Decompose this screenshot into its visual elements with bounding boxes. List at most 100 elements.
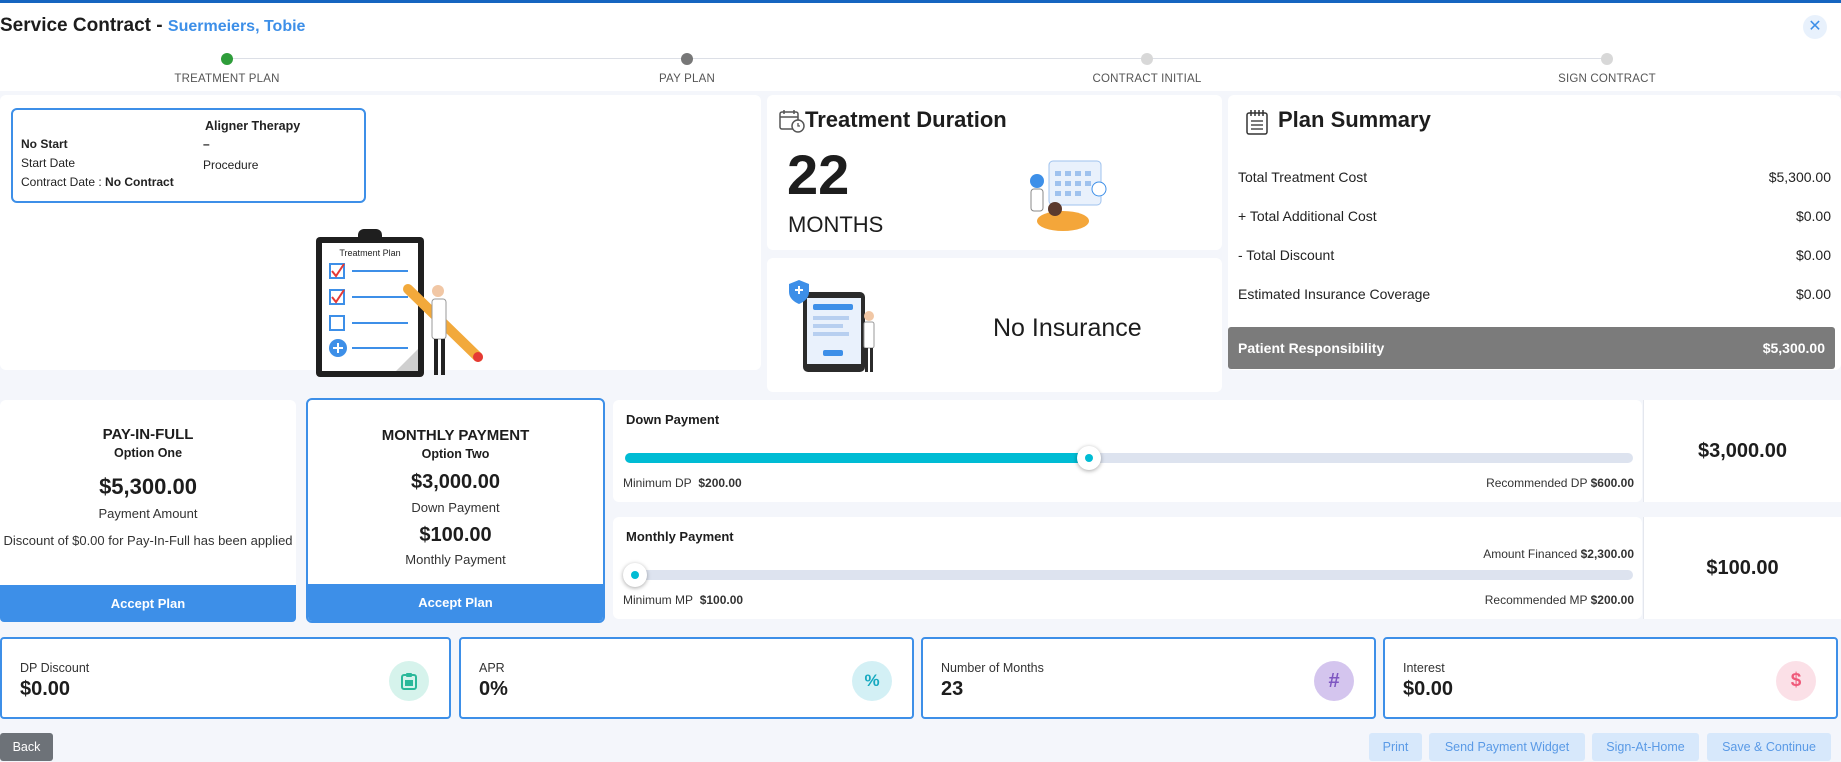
step-label: SIGN CONTRACT bbox=[1558, 73, 1656, 85]
number-of-months-card: Number of Months 23 # bbox=[921, 637, 1376, 719]
dp-discount-card: DP Discount $0.00 bbox=[0, 637, 451, 719]
down-payment-amount: $3,000.00 bbox=[411, 471, 500, 493]
procedure-dash: – bbox=[203, 137, 210, 151]
recommended-mp: Recommended MP $200.00 bbox=[1485, 593, 1634, 607]
start-date-label: Start Date bbox=[21, 156, 76, 170]
patient-figure bbox=[1037, 211, 1089, 231]
step-dot bbox=[1601, 53, 1613, 65]
send-payment-widget-button[interactable]: Send Payment Widget bbox=[1429, 733, 1585, 761]
clipboard-icon bbox=[389, 661, 429, 701]
payment-amount-label: Payment Amount bbox=[98, 506, 198, 521]
stat-label: DP Discount bbox=[20, 661, 90, 675]
step-contract-initial[interactable]: CONTRACT INITIAL bbox=[1047, 51, 1247, 85]
down-payment-title: Down Payment bbox=[626, 412, 720, 427]
doctor-coat bbox=[863, 321, 875, 349]
title-text: Service Contract - bbox=[0, 15, 163, 36]
patient-name[interactable]: Suermeiers, Tobie bbox=[168, 18, 306, 35]
stat-value: 0% bbox=[479, 678, 508, 700]
insurance-card: No Insurance bbox=[767, 258, 1222, 392]
contract-date-value: No Contract bbox=[105, 175, 174, 189]
monthly-payment-slider-title: Monthly Payment bbox=[626, 529, 734, 544]
clipboard-title: Treatment Plan bbox=[339, 248, 400, 258]
summary-row-label: Estimated Insurance Coverage bbox=[1238, 286, 1431, 302]
min-dp: Minimum DP $200.00 bbox=[623, 476, 742, 490]
monthly-payment-label: Monthly Payment bbox=[405, 552, 506, 567]
print-button[interactable]: Print bbox=[1369, 733, 1422, 761]
step-pay-plan[interactable]: PAY PLAN bbox=[587, 51, 787, 85]
treatment-duration-card: Treatment Duration 22 MONTHS bbox=[767, 95, 1222, 250]
summary-row: - Total Discount $0.00 bbox=[1238, 247, 1831, 263]
step-treatment-plan[interactable]: TREATMENT PLAN bbox=[127, 51, 327, 85]
recommended-mp-value: $200.00 bbox=[1590, 593, 1634, 607]
dollar-icon: $ bbox=[1776, 661, 1816, 701]
monthly-payment-track[interactable] bbox=[623, 563, 1633, 587]
summary-row-value: $0.00 bbox=[1795, 208, 1831, 224]
therapy-name: Aligner Therapy bbox=[205, 119, 301, 133]
doctor-coat bbox=[431, 298, 447, 340]
summary-row-label: + Total Additional Cost bbox=[1238, 208, 1377, 224]
amount-financed-value: $2,300.00 bbox=[1580, 547, 1634, 561]
save-continue-button[interactable]: Save & Continue bbox=[1707, 733, 1831, 761]
procedure-label: Procedure bbox=[203, 158, 259, 172]
summary-row-label: - Total Discount bbox=[1238, 247, 1335, 263]
no-start-label: No Start bbox=[21, 137, 68, 151]
stat-value: 23 bbox=[941, 678, 964, 700]
step-label: PAY PLAN bbox=[659, 73, 715, 85]
monthly-payment-thumb[interactable] bbox=[623, 563, 648, 587]
plan-summary-card: Plan Summary Total Treatment Cost $5,300… bbox=[1228, 95, 1841, 370]
sign-at-home-button[interactable]: Sign-At-Home bbox=[1592, 733, 1699, 761]
clipboard-illustration: Treatment Plan bbox=[316, 229, 483, 377]
monthly-payment-card[interactable]: MONTHLY PAYMENT Option Two $3,000.00 Dow… bbox=[306, 398, 605, 623]
step-sign-contract[interactable]: SIGN CONTRACT bbox=[1507, 51, 1707, 85]
accept-pay-in-full-button[interactable]: Accept Plan bbox=[0, 585, 296, 622]
contract-date-label: Contract Date : bbox=[21, 175, 102, 189]
step-dot bbox=[221, 53, 233, 65]
min-mp-value: $100.00 bbox=[699, 593, 744, 607]
stat-value: $0.00 bbox=[1403, 678, 1454, 700]
amount-financed: Amount Financed $2,300.00 bbox=[1483, 547, 1634, 561]
doctor-leg-right bbox=[441, 339, 445, 375]
summary-row: Estimated Insurance Coverage $0.00 bbox=[1238, 286, 1831, 302]
stepper-line bbox=[227, 58, 1607, 59]
interest-card: Interest $0.00 $ bbox=[1383, 637, 1838, 719]
plan-summary-title: Plan Summary bbox=[1278, 107, 1431, 132]
recommended-dp-value: $600.00 bbox=[1590, 476, 1634, 490]
down-payment-track[interactable] bbox=[625, 446, 1633, 470]
contract-stepper: TREATMENT PLAN PAY PLAN CONTRACT INITIAL… bbox=[0, 51, 1841, 91]
treatment-plan-card: Aligner Therapy No Start – Start Date Pr… bbox=[0, 95, 761, 377]
calendar-clock-icon bbox=[779, 110, 805, 133]
apr-card: APR 0% % bbox=[459, 637, 914, 719]
pay-in-full-card[interactable]: PAY-IN-FULL Option One $5,300.00 Payment… bbox=[0, 400, 296, 622]
treatment-duration-title: Treatment Duration bbox=[805, 107, 1007, 132]
stat-label: Number of Months bbox=[941, 661, 1044, 675]
page-header: Service Contract - Suermeiers, Tobie ✕ bbox=[0, 3, 1841, 51]
down-payment-thumb[interactable] bbox=[1076, 446, 1101, 470]
stat-label: APR bbox=[479, 661, 505, 675]
clipboard-clip bbox=[358, 229, 382, 243]
pay-in-full-title: PAY-IN-FULL bbox=[102, 426, 194, 443]
step-label: CONTRACT INITIAL bbox=[1092, 73, 1202, 85]
monthly-payment-value: $100.00 bbox=[1643, 517, 1841, 619]
summary-row: Total Treatment Cost $5,300.00 bbox=[1238, 169, 1831, 185]
patient-responsibility-label: Patient Responsibility bbox=[1238, 340, 1385, 356]
patient-responsibility-bar: Patient Responsibility $5,300.00 bbox=[1228, 327, 1835, 369]
back-button[interactable]: Back bbox=[0, 733, 53, 761]
option-two-label: Option Two bbox=[421, 447, 490, 461]
doctor-body bbox=[1030, 188, 1044, 212]
aligner-therapy-box[interactable]: Aligner Therapy No Start – Start Date Pr… bbox=[11, 108, 366, 203]
down-payment-slider-card: Down Payment Minimum DP $200.00 Recommen… bbox=[613, 400, 1642, 502]
summary-row-value: $0.00 bbox=[1795, 286, 1831, 302]
accept-monthly-plan-button[interactable]: Accept Plan bbox=[308, 584, 603, 621]
summary-row-label: Total Treatment Cost bbox=[1238, 169, 1368, 185]
step-dot bbox=[1141, 53, 1153, 65]
doctor-head bbox=[432, 285, 444, 297]
summary-row-value: $0.00 bbox=[1795, 247, 1831, 263]
pay-in-full-amount: $5,300.00 bbox=[99, 474, 197, 499]
recommended-mp-label: Recommended MP bbox=[1484, 593, 1588, 607]
monthly-payment-slider-card: Monthly Payment Amount Financed $2,300.0… bbox=[613, 517, 1642, 619]
monthly-payment-title: MONTHLY PAYMENT bbox=[381, 427, 530, 444]
stat-value: $0.00 bbox=[20, 678, 71, 700]
contract-date-row: Contract Date : No Contract bbox=[21, 175, 174, 189]
summary-row-value: $5,300.00 bbox=[1768, 169, 1831, 185]
close-icon[interactable]: ✕ bbox=[1803, 15, 1827, 39]
